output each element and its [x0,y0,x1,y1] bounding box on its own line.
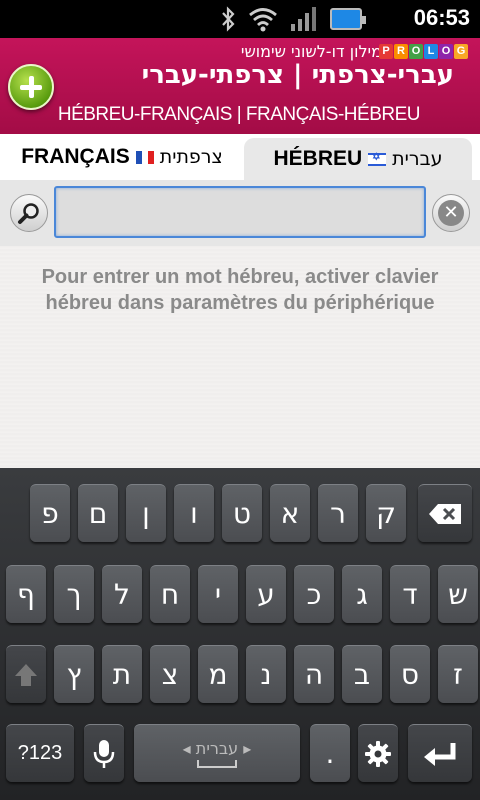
key[interactable]: ס [390,645,430,703]
space-bar-icon [197,760,237,768]
key[interactable]: ז [438,645,478,703]
key[interactable]: ח [150,565,190,623]
key[interactable]: ג [342,565,382,623]
backspace-icon [429,503,461,524]
key[interactable]: ט [222,484,262,542]
key[interactable]: ל [102,565,142,623]
key[interactable]: י [198,565,238,623]
search-bar: ✕ [0,180,480,246]
key[interactable]: ה [294,645,334,703]
key[interactable]: ו [174,484,214,542]
key[interactable]: ד [390,565,430,623]
key[interactable]: ץ [54,645,94,703]
key[interactable]: נ [246,645,286,703]
tab-hebreu[interactable]: HÉBREU עברית [244,138,472,180]
prolog-logo: P R O L O G [379,44,468,59]
key[interactable]: א [270,484,310,542]
shift-key[interactable] [6,645,46,703]
battery-icon [330,8,366,30]
add-plus-icon[interactable] [8,64,54,110]
soft-keyboard: פ ם ן ו ט א ר ק ף ך ל ח י ע כ ג ד ש ץ ת … [0,468,480,800]
bluetooth-icon [222,6,235,32]
period-key[interactable]: . [310,724,350,782]
gear-icon [365,740,391,767]
microphone-key[interactable] [84,724,124,782]
app-title-hebrew: עברי-צרפתי | צרפתי-עברי [141,60,454,90]
key[interactable]: ן [126,484,166,542]
tab-francais-hebrew-label: צרפתית [159,146,223,168]
settings-key[interactable] [358,724,398,782]
enter-key[interactable] [408,724,472,782]
space-key[interactable]: ◂ עברית ▸ [134,724,300,782]
france-flag-icon [135,150,154,164]
key[interactable]: ק [366,484,406,542]
key[interactable]: ש [438,565,478,623]
tab-hebreu-label: HÉBREU [273,147,363,170]
chevron-right-icon: ▸ [238,739,252,758]
key[interactable]: ף [6,565,46,623]
close-icon: ✕ [438,200,464,226]
tab-francais-label: FRANÇAIS [21,145,130,168]
space-language-text: עברית [195,739,239,758]
app-subtitle: מילון דו-לשוני שימושי [240,42,382,61]
search-button[interactable] [10,194,48,232]
symbols-key[interactable]: ?123 [6,724,74,782]
logo-letter: R [394,44,408,59]
app-title-french: HÉBREU-FRANÇAIS | FRANÇAIS-HÉBREU [57,104,421,125]
key[interactable]: ב [342,645,382,703]
search-icon [18,203,39,224]
logo-letter: O [409,44,423,59]
key[interactable]: ך [54,565,94,623]
wifi-icon [249,8,277,32]
clear-button[interactable]: ✕ [432,194,470,232]
key[interactable]: מ [198,645,238,703]
space-language-label: ◂ עברית ▸ [183,739,252,758]
backspace-key[interactable] [418,484,472,542]
logo-letter: O [439,44,453,59]
status-icons [220,6,366,32]
app-header: מילון דו-לשוני שימושי P R O L O G עברי-צ… [0,38,480,134]
key[interactable]: ר [318,484,358,542]
info-message: Pour entrer un mot hébreu, activer clavi… [41,266,439,314]
results-area: Pour entrer un mot hébreu, activer clavi… [0,246,480,468]
israel-flag-icon [368,152,387,166]
search-input[interactable] [54,186,426,238]
key[interactable]: צ [150,645,190,703]
microphone-icon [93,739,115,768]
key[interactable]: ע [246,565,286,623]
signal-icon [291,7,316,31]
status-bar: 06:53 [0,0,480,38]
key[interactable]: פ [30,484,70,542]
chevron-left-icon: ◂ [182,739,196,758]
status-time: 06:53 [413,5,470,30]
logo-letter: G [454,44,468,59]
language-tabs: FRANÇAIS צרפתית HÉBREU עברית [0,134,480,180]
key[interactable]: ם [78,484,118,542]
logo-letter: P [379,44,393,59]
key[interactable]: ת [102,645,142,703]
key[interactable]: כ [294,565,334,623]
shift-arrow-icon [15,663,37,686]
tab-hebreu-hebrew-label: עברית [392,148,443,170]
enter-arrow-icon [424,742,456,766]
logo-letter: L [424,44,438,59]
tab-francais[interactable]: FRANÇAIS צרפתית [0,134,244,180]
